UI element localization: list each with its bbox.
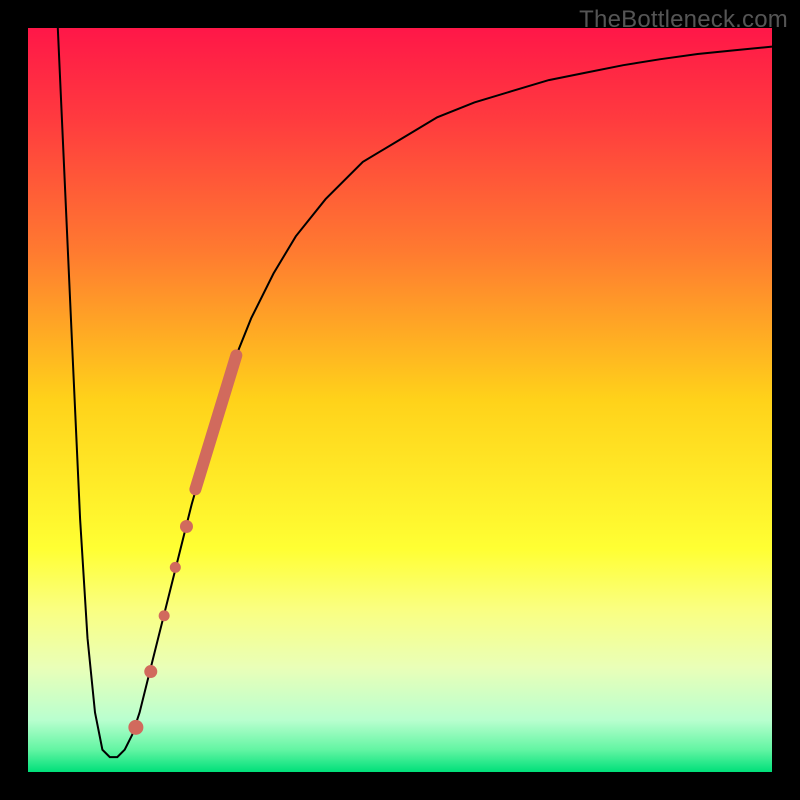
dot-5 [128,720,143,735]
dot-1 [180,520,193,533]
dot-4 [144,665,157,678]
chart-frame: TheBottleneck.com [0,0,800,800]
watermark-label: TheBottleneck.com [579,6,788,34]
chart-plot-area [28,28,772,772]
dot-3 [159,610,170,621]
dot-2 [170,562,181,573]
chart-svg [28,28,772,772]
